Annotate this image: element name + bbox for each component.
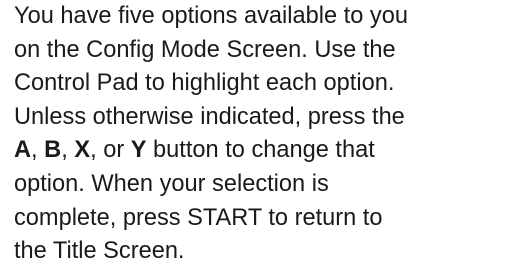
button-b-label: B xyxy=(44,137,62,164)
paragraph-line-6: option. When your selection is xyxy=(14,170,329,197)
paragraph-line-5: A, B, X, or Y button to change that xyxy=(14,134,509,168)
paragraph-line-1: You have five options available to you xyxy=(14,3,408,29)
manual-paragraph: You have five options available to you o… xyxy=(14,0,509,269)
paragraph-line-7: complete, press START to return to xyxy=(14,204,383,231)
paragraph-line-2: on the Config Mode Screen. Use the xyxy=(14,36,396,63)
button-x-label: X xyxy=(74,137,91,164)
paragraph-line-3: Control Pad to highlight each option. xyxy=(14,70,395,97)
button-y-label: Y xyxy=(130,137,147,164)
line-5-rest: button to change that xyxy=(146,137,375,164)
separator-2: , xyxy=(61,137,75,164)
separator-1: , xyxy=(31,137,45,164)
paragraph-line-4: Unless otherwise indicated, press the xyxy=(14,103,405,130)
paragraph-line-8: the Title Screen. xyxy=(14,238,185,265)
separator-3: , or xyxy=(90,137,131,164)
button-a-label: A xyxy=(14,137,32,164)
